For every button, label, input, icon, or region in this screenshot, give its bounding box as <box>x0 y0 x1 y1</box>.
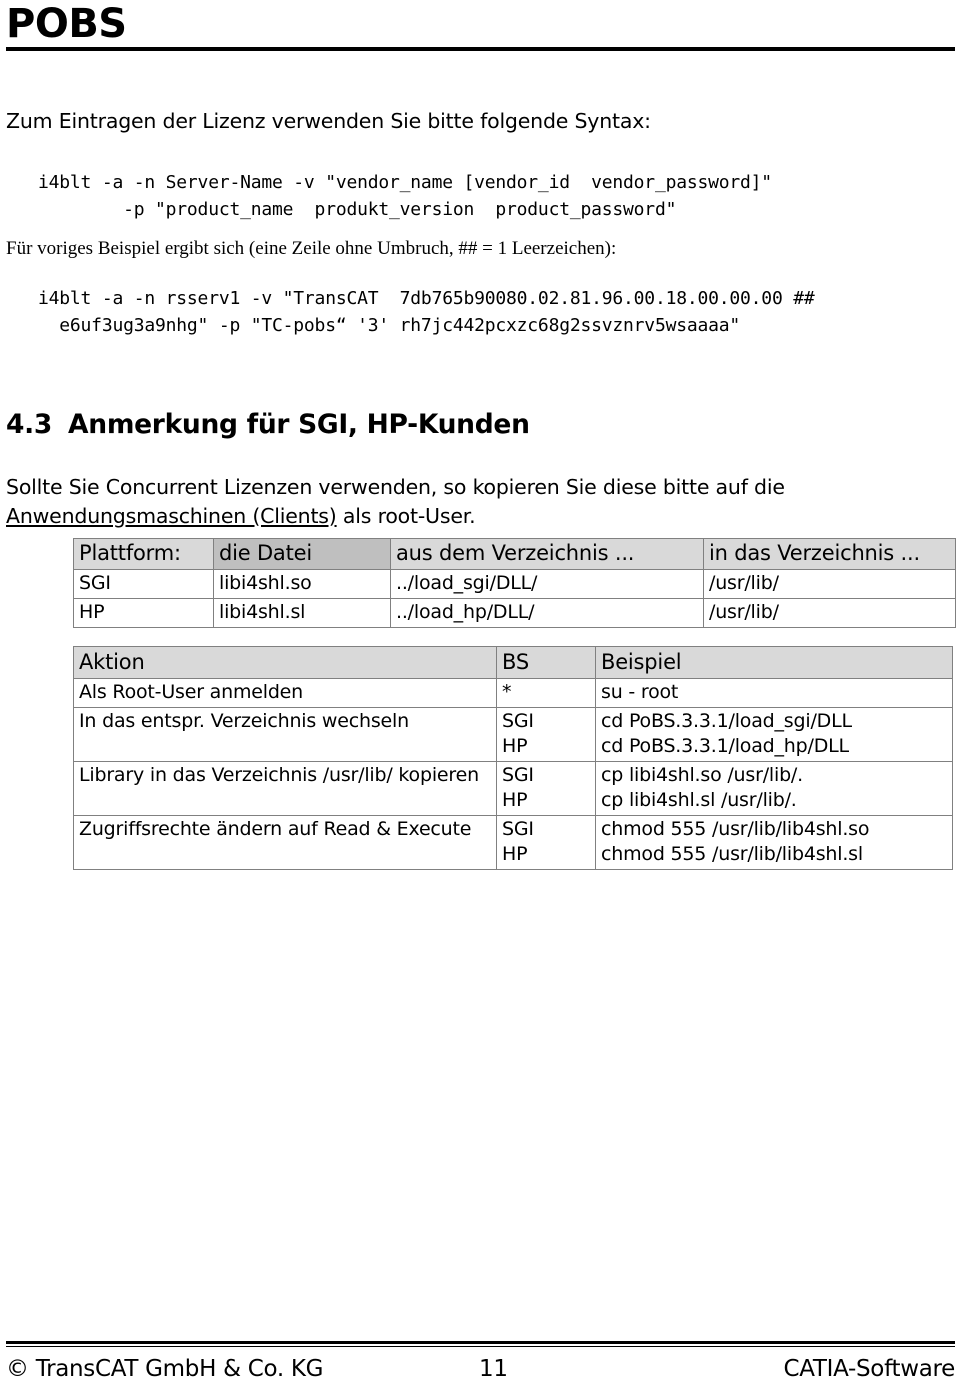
table-header-row: Plattform: die Datei aus dem Verzeichnis… <box>73 538 956 570</box>
table-row: Zugriffsrechte ändern auf Read & Execute… <box>73 815 953 870</box>
cell-bs: * <box>496 678 596 708</box>
syntax-code-line-1: i4blt -a -n Server-Name -v "vendor_name … <box>38 172 772 193</box>
cell-aktion: Library in das Verzeichnis /usr/lib/ kop… <box>73 761 497 816</box>
table-row: Library in das Verzeichnis /usr/lib/ kop… <box>73 761 953 816</box>
header-cell-aus-verzeichnis: aus dem Verzeichnis ... <box>390 538 704 570</box>
cell-bs-line-2: HP <box>502 789 528 811</box>
cell-aus-verzeichnis: ../load_sgi/DLL/ <box>390 569 704 599</box>
footer-page-number: 11 <box>478 1356 508 1382</box>
cell-aktion: In das entspr. Verzeichnis wechseln <box>73 707 497 762</box>
header-cell-bs: BS <box>496 646 596 679</box>
paragraph-part-2: als root-User. <box>336 503 476 528</box>
syntax-code-line-2: -p "product_name produkt_version product… <box>38 199 677 220</box>
cell-datei: libi4shl.so <box>213 569 391 599</box>
cell-bs-line-2: HP <box>502 843 528 865</box>
cell-bs-line-1: * <box>502 681 512 703</box>
header-cell-aktion: Aktion <box>73 646 497 679</box>
example-code-line-1: i4blt -a -n rsserv1 -v "TransCAT 7db765b… <box>38 288 815 309</box>
cell-beispiel: cd PoBS.3.3.1/load_sgi/DLL cd PoBS.3.3.1… <box>595 707 953 762</box>
cell-beispiel-line-2: chmod 555 /usr/lib/lib4shl.sl <box>601 843 863 865</box>
section-paragraph: Sollte Sie Concurrent Lizenzen verwenden… <box>6 473 936 531</box>
cell-in-verzeichnis: /usr/lib/ <box>703 569 956 599</box>
cell-beispiel-line-2: cp libi4shl.sl /usr/lib/. <box>601 789 797 811</box>
paragraph-underlined-phrase: Anwendungsmaschinen (Clients) <box>6 503 337 528</box>
syntax-code-block: i4blt -a -n Server-Name -v "vendor_name … <box>38 169 772 223</box>
cell-beispiel-line-1: cp libi4shl.so /usr/lib/. <box>601 764 803 786</box>
cell-beispiel: su - root <box>595 678 953 708</box>
table-header-row: Aktion BS Beispiel <box>73 646 953 679</box>
footer-product: CATIA-Software <box>783 1356 955 1382</box>
cell-bs: SGI HP <box>496 815 596 870</box>
example-code-line-2: e6uf3ug3a9nhg" -p "TC-pobs“ '3' rh7jc442… <box>38 315 741 336</box>
header-cell-beispiel: Beispiel <box>595 646 953 679</box>
cell-bs-line-2: HP <box>502 735 528 757</box>
example-note: Für voriges Beispiel ergibt sich (eine Z… <box>6 238 617 259</box>
plattform-table: Plattform: die Datei aus dem Verzeichnis… <box>73 538 956 628</box>
cell-bs-line-1: SGI <box>502 710 534 732</box>
header-cell-plattform: Plattform: <box>73 538 214 570</box>
cell-beispiel: cp libi4shl.so /usr/lib/. cp libi4shl.sl… <box>595 761 953 816</box>
aktion-table: Aktion BS Beispiel Als Root-User anmelde… <box>73 646 953 870</box>
document-title: POBS <box>6 1 127 47</box>
cell-bs: SGI HP <box>496 761 596 816</box>
cell-beispiel-line-1: su - root <box>601 681 679 703</box>
footer-rule-thick <box>6 1341 955 1344</box>
cell-beispiel-line-1: cd PoBS.3.3.1/load_sgi/DLL <box>601 710 852 732</box>
table-row: Als Root-User anmelden * su - root <box>73 678 953 708</box>
header-rule <box>6 47 955 51</box>
footer-row: © TransCAT GmbH & Co. KG 11 CATIA-Softwa… <box>6 1355 955 1383</box>
cell-beispiel-line-1: chmod 555 /usr/lib/lib4shl.so <box>601 818 870 840</box>
section-title: Anmerkung für SGI, HP-Kunden <box>68 408 530 440</box>
intro-sentence: Zum Eintragen der Lizenz verwenden Sie b… <box>6 109 651 133</box>
cell-aktion: Als Root-User anmelden <box>73 678 497 708</box>
cell-aus-verzeichnis: ../load_hp/DLL/ <box>390 598 704 628</box>
document-page: POBS Zum Eintragen der Lizenz verwenden … <box>0 0 960 1391</box>
table-row: In das entspr. Verzeichnis wechseln SGI … <box>73 707 953 762</box>
cell-plattform: SGI <box>73 569 214 599</box>
cell-in-verzeichnis: /usr/lib/ <box>703 598 956 628</box>
section-heading: 4.3 Anmerkung für SGI, HP-Kunden <box>6 409 530 441</box>
cell-bs-line-1: SGI <box>502 818 534 840</box>
cell-beispiel-line-2: cd PoBS.3.3.1/load_hp/DLL <box>601 735 849 757</box>
cell-bs-line-1: SGI <box>502 764 534 786</box>
document-footer: © TransCAT GmbH & Co. KG 11 CATIA-Softwa… <box>6 1341 955 1383</box>
header-cell-in-verzeichnis: in das Verzeichnis ... <box>703 538 956 570</box>
table-row: HP libi4shl.sl ../load_hp/DLL/ /usr/lib/ <box>73 598 956 628</box>
example-code-block: i4blt -a -n rsserv1 -v "TransCAT 7db765b… <box>38 285 815 339</box>
cell-plattform: HP <box>73 598 214 628</box>
footer-rule-thin <box>6 1346 955 1347</box>
paragraph-part-1: Sollte Sie Concurrent Lizenzen verwenden… <box>6 474 785 499</box>
header-cell-datei: die Datei <box>213 538 391 570</box>
cell-beispiel: chmod 555 /usr/lib/lib4shl.so chmod 555 … <box>595 815 953 870</box>
cell-aktion: Zugriffsrechte ändern auf Read & Execute <box>73 815 497 870</box>
table-row: SGI libi4shl.so ../load_sgi/DLL/ /usr/li… <box>73 569 956 599</box>
cell-bs: SGI HP <box>496 707 596 762</box>
cell-datei: libi4shl.sl <box>213 598 391 628</box>
document-header: POBS <box>6 2 956 51</box>
section-number: 4.3 <box>6 408 53 440</box>
